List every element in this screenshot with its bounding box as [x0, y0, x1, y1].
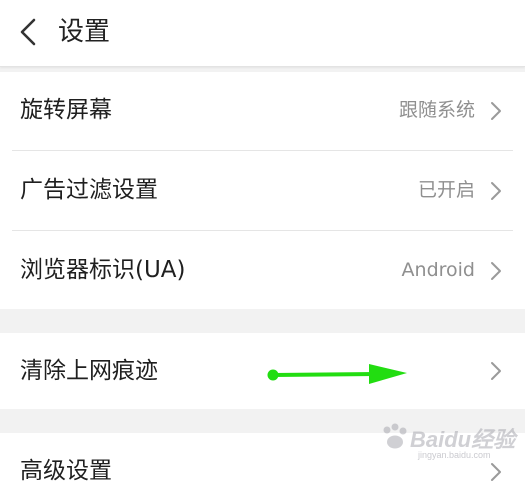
- settings-group-privacy: 清除上网痕迹: [0, 333, 525, 409]
- chevron-right-icon: [491, 262, 501, 280]
- settings-group-display: 旋转屏幕 跟随系统 广告过滤设置 已开启 浏览器标识(UA) Android: [0, 72, 525, 309]
- chevron-right-icon: [491, 463, 501, 481]
- back-button[interactable]: [8, 10, 48, 54]
- ad-filter-label: 广告过滤设置: [20, 177, 158, 203]
- browser-ua-label: 浏览器标识(UA): [20, 257, 186, 283]
- green-arrow-annotation: [267, 364, 407, 384]
- rotate-screen-row[interactable]: 旋转屏幕 跟随系统: [0, 72, 525, 150]
- browser-ua-row[interactable]: 浏览器标识(UA) Android: [0, 231, 525, 309]
- rotate-screen-label: 旋转屏幕: [20, 97, 112, 123]
- browser-ua-value: Android: [401, 259, 475, 281]
- clear-history-label: 清除上网痕迹: [20, 358, 158, 384]
- chevron-right-icon: [491, 362, 501, 380]
- settings-group-advanced: 高级设置: [0, 433, 525, 481]
- chevron-right-icon: [491, 102, 501, 120]
- top-bar: 设置: [0, 0, 525, 67]
- settings-screen: 设置 旋转屏幕 跟随系统 广告过滤设置 已开启 浏览器标识(UA) Androi…: [0, 0, 525, 481]
- advanced-settings-row[interactable]: 高级设置: [0, 433, 525, 481]
- rotate-screen-value: 跟随系统: [398, 99, 475, 121]
- ad-filter-value: 已开启: [417, 179, 475, 201]
- ad-filter-row[interactable]: 广告过滤设置 已开启: [0, 151, 525, 230]
- page-title: 设置: [58, 17, 111, 47]
- chevron-left-icon: [20, 18, 36, 46]
- clear-history-row[interactable]: 清除上网痕迹: [0, 333, 525, 409]
- chevron-right-icon: [491, 182, 501, 200]
- advanced-settings-label: 高级设置: [20, 458, 112, 481]
